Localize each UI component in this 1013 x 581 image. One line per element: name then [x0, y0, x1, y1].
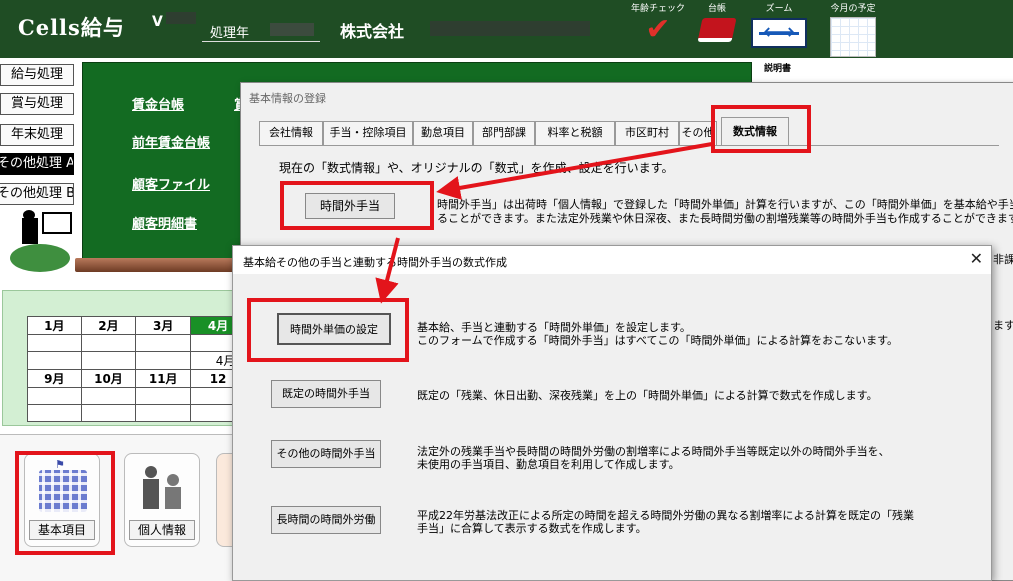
annotation-arrows: [375, 142, 713, 304]
arrow-to-unit-price-button: [375, 237, 400, 304]
arrow-to-overtime-button: [436, 142, 713, 200]
